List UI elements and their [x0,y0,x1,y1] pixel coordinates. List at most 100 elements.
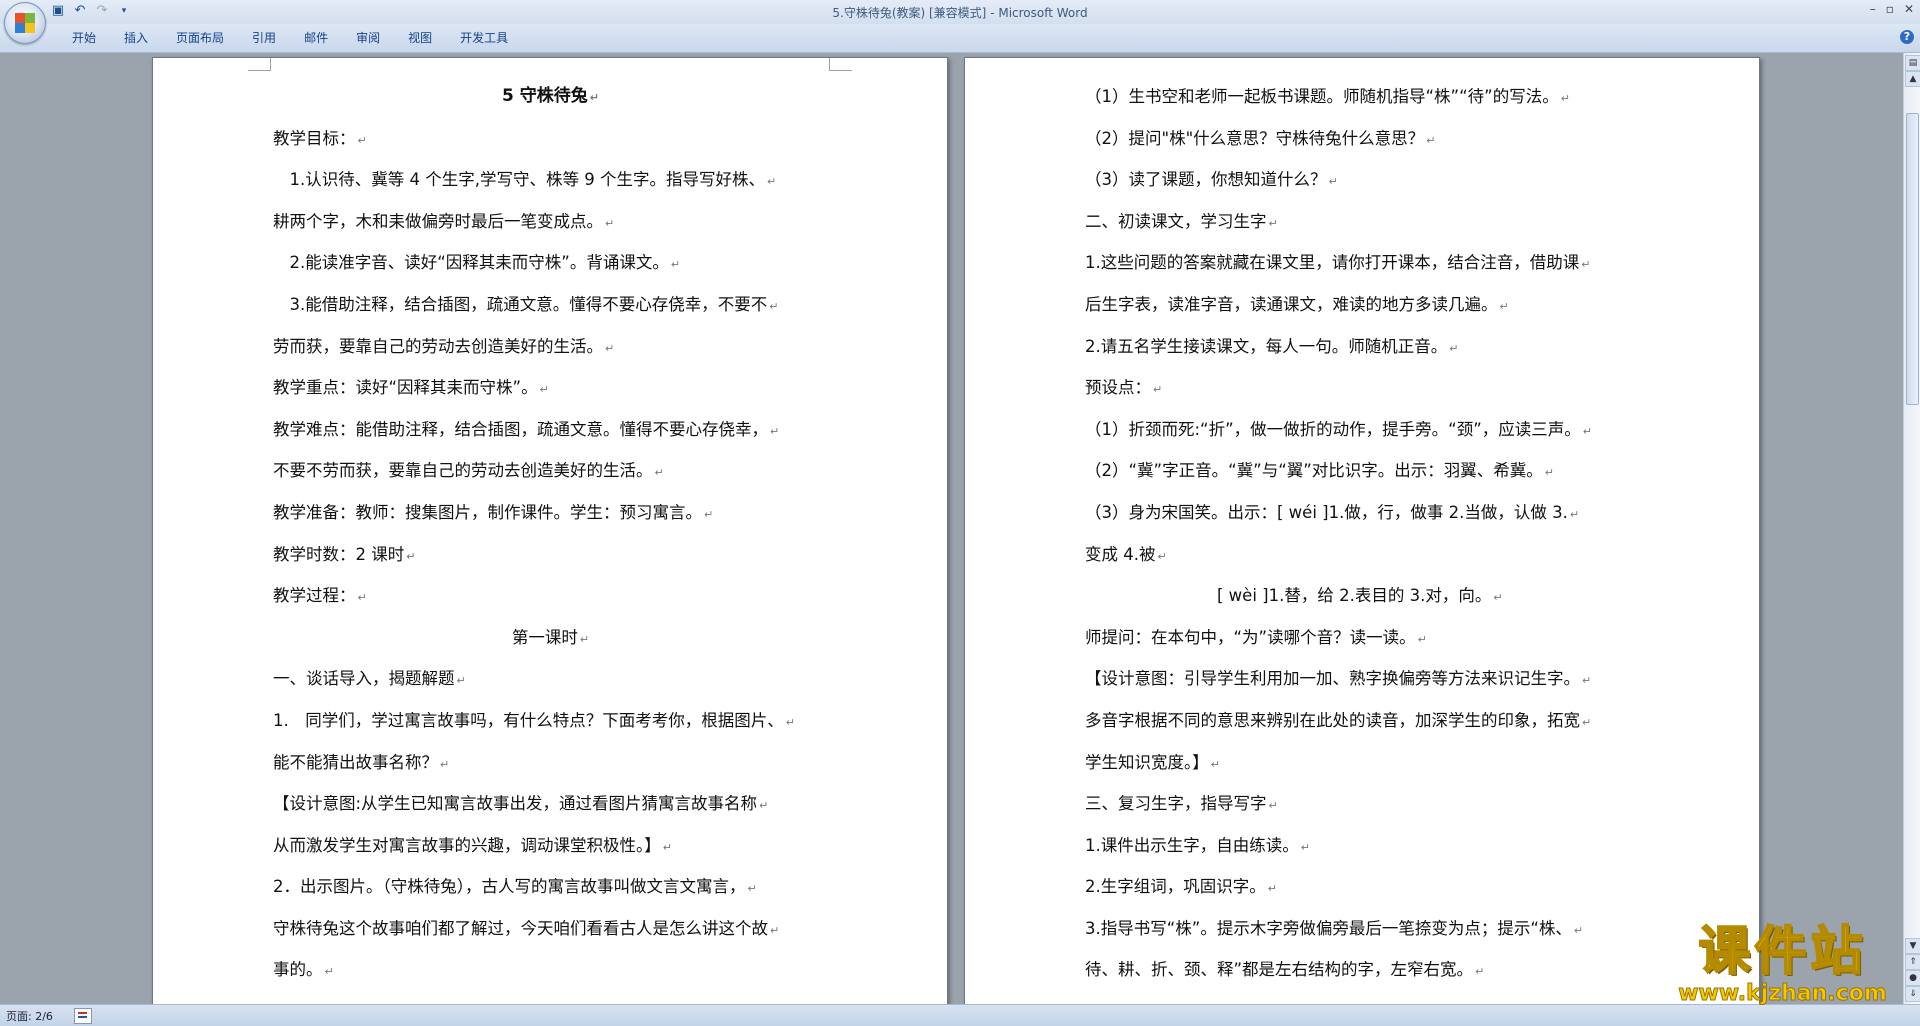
paragraph-mark-icon: ↵ [770,923,780,937]
text-line[interactable]: 第一课时 ↵ [273,617,828,659]
text-line[interactable]: 教学重点：读好“因释其耒而守株”。 ↵ [273,367,828,409]
text-line[interactable]: 后生字表，读准字音，读通课文，难读的地方多读几遍。 ↵ [1085,284,1640,326]
previous-page-icon[interactable]: ⇑ [1905,954,1920,970]
scrollbar-thumb[interactable] [1906,113,1919,405]
text-line[interactable]: 5 守株待兔 ↵ [273,76,828,118]
paragraph-mark-icon: ↵ [1582,715,1592,729]
text-line[interactable]: 预设点： ↵ [1085,367,1640,409]
paragraph-mark-icon: ↵ [766,175,777,189]
text-line[interactable]: 2.能读准字音、读好“因释其耒而守株”。背诵课文。 ↵ [273,242,828,284]
line-text: 预设点： [1085,378,1151,398]
paragraph-mark-icon: ↵ [605,216,615,230]
paragraph-mark-icon: ↵ [605,341,615,355]
scroll-up-icon[interactable]: ▲ [1905,71,1920,87]
paragraph-mark-icon: ↵ [406,549,416,563]
text-line[interactable]: 教学难点：能借助注释，结合插图，疏通文意。懂得不要心存侥幸， ↵ [273,409,828,451]
page-content[interactable]: （1）生书空和老师一起板书课题。师随机指导“株”“待”的写法。 ↵ （2）提问"株"… [1085,76,1640,991]
paragraph-mark-icon: ↵ [579,632,590,646]
page-left[interactable]: 5 守株待兔 ↵ 教学目标： ↵ 1.认识待、冀等 4 个生字,学写守、株等 9 个生… [152,57,948,1004]
line-text: 1.认识待、冀等 4 个生字,学写守、株等 9 个生字。指导写好株、 [273,170,765,190]
paragraph-mark-icon: ↵ [357,133,367,147]
line-text: 守株待兔这个故事咱们都了解过，今天咱们看看古人是怎么讲这个故 [273,918,768,938]
text-line[interactable]: 1. 同学们，学过寓言故事吗，有什么特点？下面考考你，根据图片、 ↵ [273,700,828,742]
text-line[interactable]: 不要不劳而获，要靠自己的劳动去创造美好的生活。 ↵ [273,450,828,492]
help-icon[interactable]: ? [1900,30,1914,44]
ribbon-tab[interactable]: 视图 [394,30,446,46]
line-text: [ wèi ]1.替，给 2.表目的 3.对，向。 [1085,586,1492,606]
page-count[interactable]: 页面: 2/6 [6,1008,53,1024]
page-right[interactable]: （1）生书空和老师一起板书课题。师随机指导“株”“待”的写法。 ↵ （2）提问"株"… [964,57,1760,1004]
text-line[interactable]: 1.这些问题的答案就藏在课文里，请你打开课本，结合注音，借助课 ↵ [1085,242,1640,284]
next-page-icon[interactable]: ⇓ [1905,986,1920,1002]
text-line[interactable]: 待、耕、折、颈、释”都是左右结构的字，左窄右宽。 ↵ [1085,949,1640,991]
paragraph-mark-icon: ↵ [1268,216,1278,230]
crop-mark [248,58,271,71]
text-line[interactable]: （1）折颈而死:“折”，做一做折的动作，提手旁。“颈”，应读三声。 ↵ [1085,409,1640,451]
line-text: 教学目标： [273,128,356,148]
text-line[interactable]: （3）读了课题，你想知道什么？ ↵ [1085,159,1640,201]
text-line[interactable]: 2．出示图片。（守株待兔），古人写的寓言故事叫做文言文寓言， ↵ [273,866,828,908]
text-line[interactable]: 教学准备：教师：搜集图片，制作课件。学生：预习寓言。 ↵ [273,492,828,534]
paragraph-mark-icon: ↵ [539,383,549,397]
text-line[interactable]: （2）“冀”字正音。“冀”与“翼”对比识字。出示：羽翼、希冀。 ↵ [1085,450,1640,492]
line-text: 1.课件出示生字，自由练读。 [1085,835,1299,855]
text-line[interactable]: 二、初读课文，学习生字 ↵ [1085,201,1640,243]
line-text: 待、耕、折、颈、释”都是左右结构的字，左窄右宽。 [1085,960,1474,980]
text-line[interactable]: （1）生书空和老师一起板书课题。师随机指导“株”“待”的写法。 ↵ [1085,76,1640,118]
text-line[interactable]: 变成 4.被 ↵ [1085,534,1640,576]
text-line[interactable]: [ wèi ]1.替，给 2.表目的 3.对，向。 ↵ [1085,575,1640,617]
ribbon-tab[interactable]: 开始 [58,30,110,46]
text-line[interactable]: 劳而获，要靠自己的劳动去创造美好的生活。 ↵ [273,326,828,368]
ribbon-tab[interactable]: 页面布局 [162,30,238,46]
line-text: 教学时数：2 课时 [273,544,405,564]
ruler-toggle-icon[interactable]: ▤ [1905,55,1920,71]
line-text: 1. 同学们，学过寓言故事吗，有什么特点？下面考考你，根据图片、 [273,710,784,730]
text-line[interactable]: 教学过程： ↵ [273,575,828,617]
text-line[interactable]: 3.能借助注释，结合插图，疏通文意。懂得不要心存侥幸，不要不 ↵ [273,284,828,326]
select-browse-object-icon[interactable]: ● [1905,970,1920,986]
ribbon-tab[interactable]: 开发工具 [446,30,522,46]
text-line[interactable]: 教学目标： ↵ [273,118,828,160]
ribbon-tab[interactable]: 引用 [238,30,290,46]
line-text: 二、初读课文，学习生字 [1085,211,1267,231]
text-line[interactable]: 耕两个字，木和耒做偏旁时最后一笔变成点。 ↵ [273,201,828,243]
document-area[interactable]: 5 守株待兔 ↵ 教学目标： ↵ 1.认识待、冀等 4 个生字,学写守、株等 9 个生… [0,53,1904,1004]
text-line[interactable]: （2）提问"株"什么意思？守株待兔什么意思？ ↵ [1085,118,1640,160]
text-line[interactable]: 从而激发学生对寓言故事的兴趣，调动课堂积极性。】 ↵ [273,825,828,867]
text-line[interactable]: 2.生字组词，巩固识字。 ↵ [1085,866,1640,908]
paragraph-mark-icon: ↵ [1267,882,1277,896]
text-line[interactable]: 教学时数：2 课时 ↵ [273,534,828,576]
text-line[interactable]: 1.认识待、冀等 4 个生字,学写守、株等 9 个生字。指导写好株、 ↵ [273,159,828,201]
office-button[interactable] [4,2,46,44]
vertical-scrollbar[interactable]: ▤ ▲ ▼ ⇑ ● ⇓ [1903,53,1920,1004]
text-line[interactable]: 多音字根据不同的意思来辨别在此处的读音，加深学生的印象，拓宽 ↵ [1085,700,1640,742]
text-line[interactable]: 【设计意图:从学生已知寓言故事出发，通过看图片猜寓言故事名称 ↵ [273,783,828,825]
text-line[interactable]: 2.请五名学生接读课文，每人一句。师随机正音。 ↵ [1085,326,1640,368]
text-line[interactable]: 守株待兔这个故事咱们都了解过，今天咱们看看古人是怎么讲这个故 ↵ [273,908,828,950]
ribbon-tab[interactable]: 邮件 [290,30,342,46]
text-line[interactable]: 学生知识宽度。】 ↵ [1085,742,1640,784]
text-line[interactable]: 三、复习生字，指导写字 ↵ [1085,783,1640,825]
ribbon-tab[interactable]: 插入 [110,30,162,46]
ribbon-tab[interactable]: 审阅 [342,30,394,46]
line-text: （1）折颈而死:“折”，做一做折的动作，提手旁。“颈”，应读三声。 [1085,419,1581,439]
text-line[interactable]: （3）身为宋国笑。出示：[ wéi ]1.做，行，做事 2.当做，认做 3. ↵ [1085,492,1640,534]
restore-icon[interactable]: ▫ [1886,2,1894,16]
text-line[interactable]: 【设计意图：引导学生利用加一加、熟字换偏旁等方法来识记生字。 ↵ [1085,658,1640,700]
text-line[interactable]: 师提问：在本句中，“为”读哪个音？读一读。 ↵ [1085,617,1640,659]
proofing-status-icon[interactable] [74,1008,92,1024]
text-line[interactable]: 能不能猜出故事名称？ ↵ [273,742,828,784]
close-icon[interactable]: ✕ [1904,2,1914,16]
paragraph-mark-icon: ↵ [456,674,466,688]
text-line[interactable]: 1.课件出示生字，自由练读。 ↵ [1085,825,1640,867]
scroll-down-icon[interactable]: ▼ [1905,938,1920,954]
paragraph-mark-icon: ↵ [747,882,757,896]
text-line[interactable]: 一、谈话导入，揭题解题 ↵ [273,658,828,700]
paragraph-mark-icon: ↵ [1268,799,1278,813]
paragraph-mark-icon: ↵ [1328,175,1338,189]
minimize-icon[interactable]: – [1870,2,1876,16]
line-text: 3.指导书写“株”。提示木字旁做偏旁最后一笔捺变为点；提示“株、 [1085,918,1572,938]
text-line[interactable]: 事的。 ↵ [273,949,828,991]
page-content[interactable]: 5 守株待兔 ↵ 教学目标： ↵ 1.认识待、冀等 4 个生字,学写守、株等 9 个生… [273,76,828,991]
text-line[interactable]: 3.指导书写“株”。提示木字旁做偏旁最后一笔捺变为点；提示“株、 ↵ [1085,908,1640,950]
